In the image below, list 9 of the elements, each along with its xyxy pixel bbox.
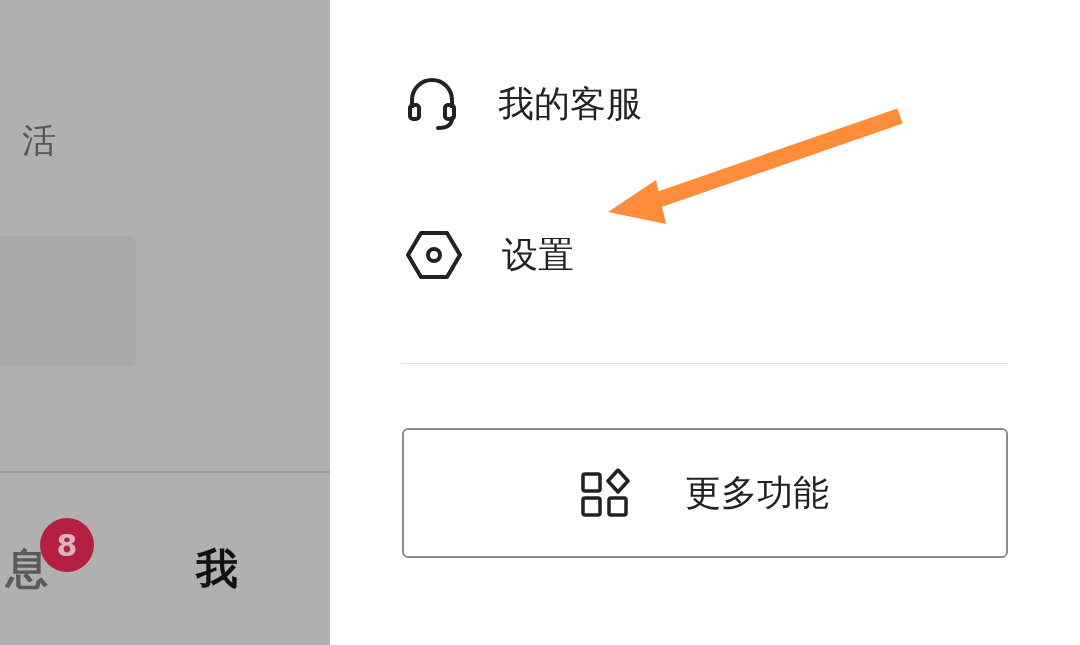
notification-badge: 8 <box>40 518 94 572</box>
category-label: 活 <box>22 119 56 162</box>
more-features-button[interactable]: 更多功能 <box>402 428 1008 558</box>
menu-item[interactable]: 我的客服 <box>406 76 1008 132</box>
menu-item[interactable]: 设置 <box>406 227 1008 283</box>
settings-icon <box>406 230 462 280</box>
apps-icon <box>581 468 631 518</box>
nav-tab[interactable]: 我 <box>196 544 238 594</box>
headset-icon <box>406 78 458 130</box>
